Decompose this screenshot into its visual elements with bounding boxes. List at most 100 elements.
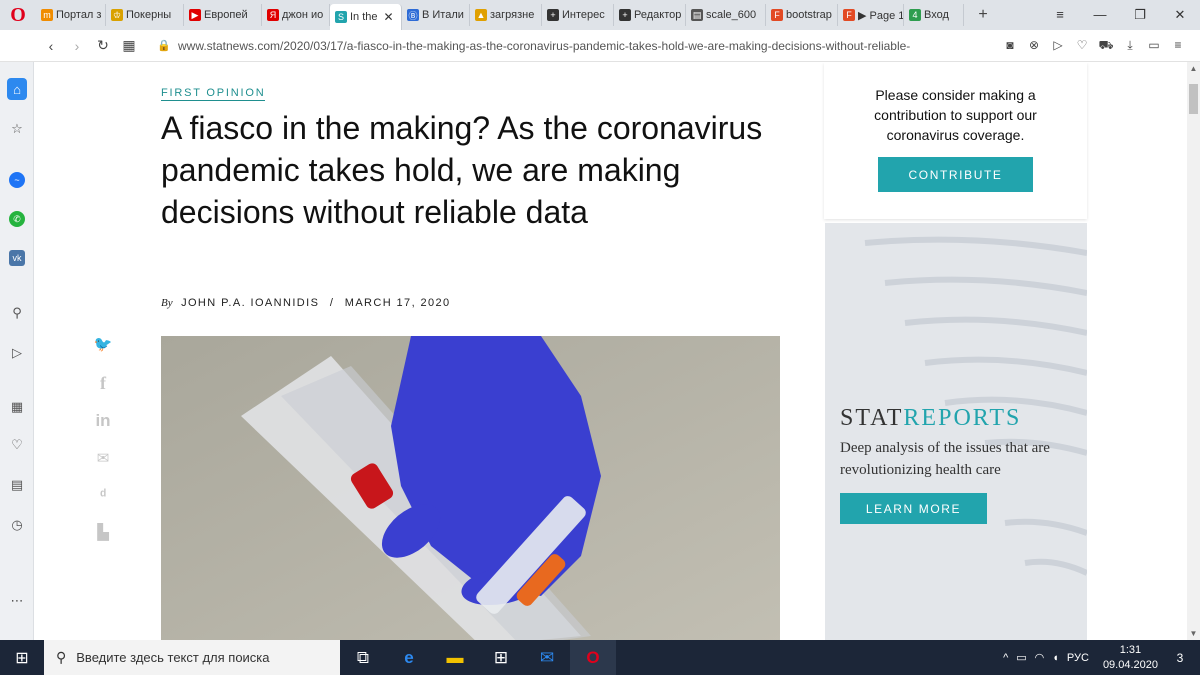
browser-tab[interactable]: S In the ✕ bbox=[330, 4, 402, 30]
scroll-thumb[interactable] bbox=[1189, 84, 1198, 114]
browser-tab[interactable]: + Интерес bbox=[542, 4, 614, 26]
windows-taskbar: ⊞ ⚲ Введите здесь текст для поиска ⧉ e ▬… bbox=[0, 640, 1200, 675]
learn-more-button[interactable]: LEARN MORE bbox=[840, 493, 987, 524]
tab-favicon-icon: S bbox=[335, 11, 347, 23]
heart-icon[interactable]: ♡ bbox=[4, 434, 30, 456]
download-icon[interactable]: ⤓ bbox=[1118, 38, 1142, 54]
adblock-icon[interactable]: ⊗ bbox=[1022, 38, 1046, 54]
close-window-button[interactable]: ✕ bbox=[1160, 7, 1200, 23]
opera-taskbar-icon[interactable]: O bbox=[570, 640, 616, 675]
back-button[interactable]: ‹ bbox=[38, 38, 64, 54]
send-flow-icon[interactable]: ▷ bbox=[4, 342, 30, 364]
minimize-button[interactable]: — bbox=[1080, 7, 1120, 23]
author-name[interactable]: JOHN P.A. IOANNIDIS bbox=[181, 297, 319, 309]
reload-button[interactable]: ↻ bbox=[90, 37, 116, 54]
notifications-icon[interactable]: 3 bbox=[1168, 647, 1192, 669]
tab-favicon-icon: F bbox=[843, 9, 855, 21]
tab-favicon-icon: ♔ bbox=[111, 9, 123, 21]
messenger-icon[interactable]: ~ bbox=[4, 169, 30, 191]
wifi-icon[interactable]: ◠ bbox=[1035, 651, 1045, 664]
section-kicker[interactable]: FIRST OPINION bbox=[161, 87, 266, 101]
contribute-button[interactable]: CONTRIBUTE bbox=[878, 157, 1033, 192]
restore-button[interactable]: ❐ bbox=[1120, 7, 1160, 23]
browser-tab[interactable]: Яджон ио bbox=[262, 4, 330, 26]
speed-dial-icon[interactable]: ▦ bbox=[4, 396, 30, 418]
clock-date: 09.04.2020 bbox=[1102, 658, 1158, 671]
home-icon[interactable]: ⌂ bbox=[7, 78, 27, 100]
mail-icon[interactable]: ✉ bbox=[524, 640, 570, 675]
scroll-down-icon[interactable]: ▼ bbox=[1187, 629, 1200, 638]
language-indicator[interactable]: РУС bbox=[1067, 652, 1089, 664]
page-scrollbar[interactable]: ▲ ▼ bbox=[1187, 62, 1200, 640]
lock-icon[interactable]: 🔒 bbox=[156, 39, 172, 52]
browser-tab[interactable]: ♔ Покерны bbox=[106, 4, 184, 26]
publish-date: MARCH 17, 2020 bbox=[344, 297, 451, 309]
twitter-icon[interactable]: 🐦 bbox=[91, 335, 115, 353]
edge-icon[interactable]: e bbox=[386, 640, 432, 675]
tab-favicon-icon: m bbox=[41, 9, 53, 21]
tab-favicon-icon: + bbox=[619, 9, 631, 21]
opera-menu-icon[interactable]: O bbox=[0, 0, 36, 30]
send-icon[interactable]: ▷ bbox=[1046, 38, 1070, 54]
browser-tab[interactable]: Fbootstrap bbox=[766, 4, 838, 26]
vk-icon[interactable]: vk bbox=[4, 247, 30, 269]
window-controls: ≡ — ❐ ✕ bbox=[1040, 7, 1200, 23]
tab-favicon-icon: + bbox=[547, 9, 559, 21]
tab-label: В Итали bbox=[422, 9, 464, 21]
history-clock-icon[interactable]: ◷ bbox=[4, 514, 30, 536]
file-explorer-icon[interactable]: ▬ bbox=[432, 640, 478, 675]
tray-chevron-icon[interactable]: ^ bbox=[1003, 652, 1008, 664]
whatsapp-icon[interactable]: ✆ bbox=[4, 208, 30, 230]
heart-icon[interactable]: ♡ bbox=[1070, 38, 1094, 54]
linkedin-icon[interactable]: in bbox=[91, 411, 115, 431]
facebook-icon[interactable]: f bbox=[91, 373, 115, 394]
web-page: 🐦 f in ✉ ᵈ ▙ FIRST OPINION A fiasco in t… bbox=[35, 63, 1187, 640]
battery-icon[interactable]: ▭ bbox=[1142, 38, 1166, 54]
browser-tab[interactable]: ▲ загрязне bbox=[470, 4, 542, 26]
browser-tab[interactable]: ▤ scale_600 bbox=[686, 4, 766, 26]
notification-count: 3 bbox=[1176, 650, 1184, 665]
tab-favicon-icon: F bbox=[771, 9, 783, 21]
more-options-icon[interactable]: ⋯ bbox=[4, 590, 30, 612]
scroll-up-icon[interactable]: ▲ bbox=[1187, 64, 1200, 73]
close-tab-icon[interactable]: ✕ bbox=[384, 10, 394, 24]
browser-tab[interactable]: ▶ Европей bbox=[184, 4, 262, 26]
speed-dial-icon[interactable]: ▦ bbox=[116, 37, 142, 54]
task-view-icon[interactable]: ⧉ bbox=[340, 640, 386, 675]
tab-label: джон ио bbox=[282, 9, 324, 21]
bookmarks-star-icon[interactable]: ☆ bbox=[4, 118, 30, 140]
tab-menu-icon[interactable]: ≡ bbox=[1040, 7, 1080, 23]
logo-stat: STAT bbox=[840, 405, 904, 431]
new-tab-button[interactable]: + bbox=[968, 6, 998, 24]
tab-label: scale_600 bbox=[706, 9, 757, 21]
browser-tab[interactable]: + Редактор bbox=[614, 4, 686, 26]
browser-tab[interactable]: m Портал з bbox=[36, 4, 106, 26]
email-icon[interactable]: ✉ bbox=[91, 449, 115, 467]
browser-tab[interactable]: 4 Вход bbox=[904, 4, 964, 26]
tab-label: Редактор bbox=[634, 9, 682, 21]
tab-favicon-icon: Я bbox=[267, 9, 279, 21]
browser-tab[interactable]: Ⓑ В Итали bbox=[402, 4, 470, 26]
print-icon[interactable]: ▙ bbox=[91, 523, 115, 541]
forward-button[interactable]: › bbox=[64, 38, 90, 54]
url-field[interactable]: www.statnews.com/2020/03/17/a-fiasco-in-… bbox=[178, 39, 938, 53]
tab-label: bootstrap bbox=[786, 9, 832, 21]
stat-reports-logo[interactable]: STATREPORTS bbox=[840, 405, 1021, 432]
battery-icon[interactable]: ▭ bbox=[1016, 651, 1026, 664]
windows-start-icon[interactable]: ⊞ bbox=[0, 640, 44, 675]
camera-icon[interactable]: ◙ bbox=[998, 38, 1022, 54]
volume-icon[interactable]: ◖ bbox=[1052, 652, 1059, 664]
tab-strip: m Портал з ♔ Покерны ▶ Европей Яджон ио S In the… bbox=[36, 0, 964, 30]
news-icon[interactable]: ▤ bbox=[4, 474, 30, 496]
clock[interactable]: 1:31 09.04.2020 bbox=[1103, 643, 1158, 673]
tab-label: загрязне bbox=[490, 9, 535, 21]
browser-tab[interactable]: F ▶ Page 1 bbox=[838, 4, 904, 26]
taskbar-search[interactable]: ⚲ Введите здесь текст для поиска bbox=[44, 640, 340, 675]
tab-label: Покерны bbox=[126, 9, 172, 21]
browser-tab-bar: O m Портал з ♔ Покерны ▶ Европей Яджон ио S In t… bbox=[0, 0, 1200, 30]
store-icon[interactable]: ⊞ bbox=[478, 640, 524, 675]
menu-icon[interactable]: ≡ bbox=[1166, 38, 1190, 54]
reddit-icon[interactable]: ᵈ bbox=[91, 487, 115, 504]
search-icon[interactable]: ⚲ bbox=[4, 302, 30, 324]
cart-icon[interactable]: ⛟ bbox=[1094, 38, 1118, 54]
